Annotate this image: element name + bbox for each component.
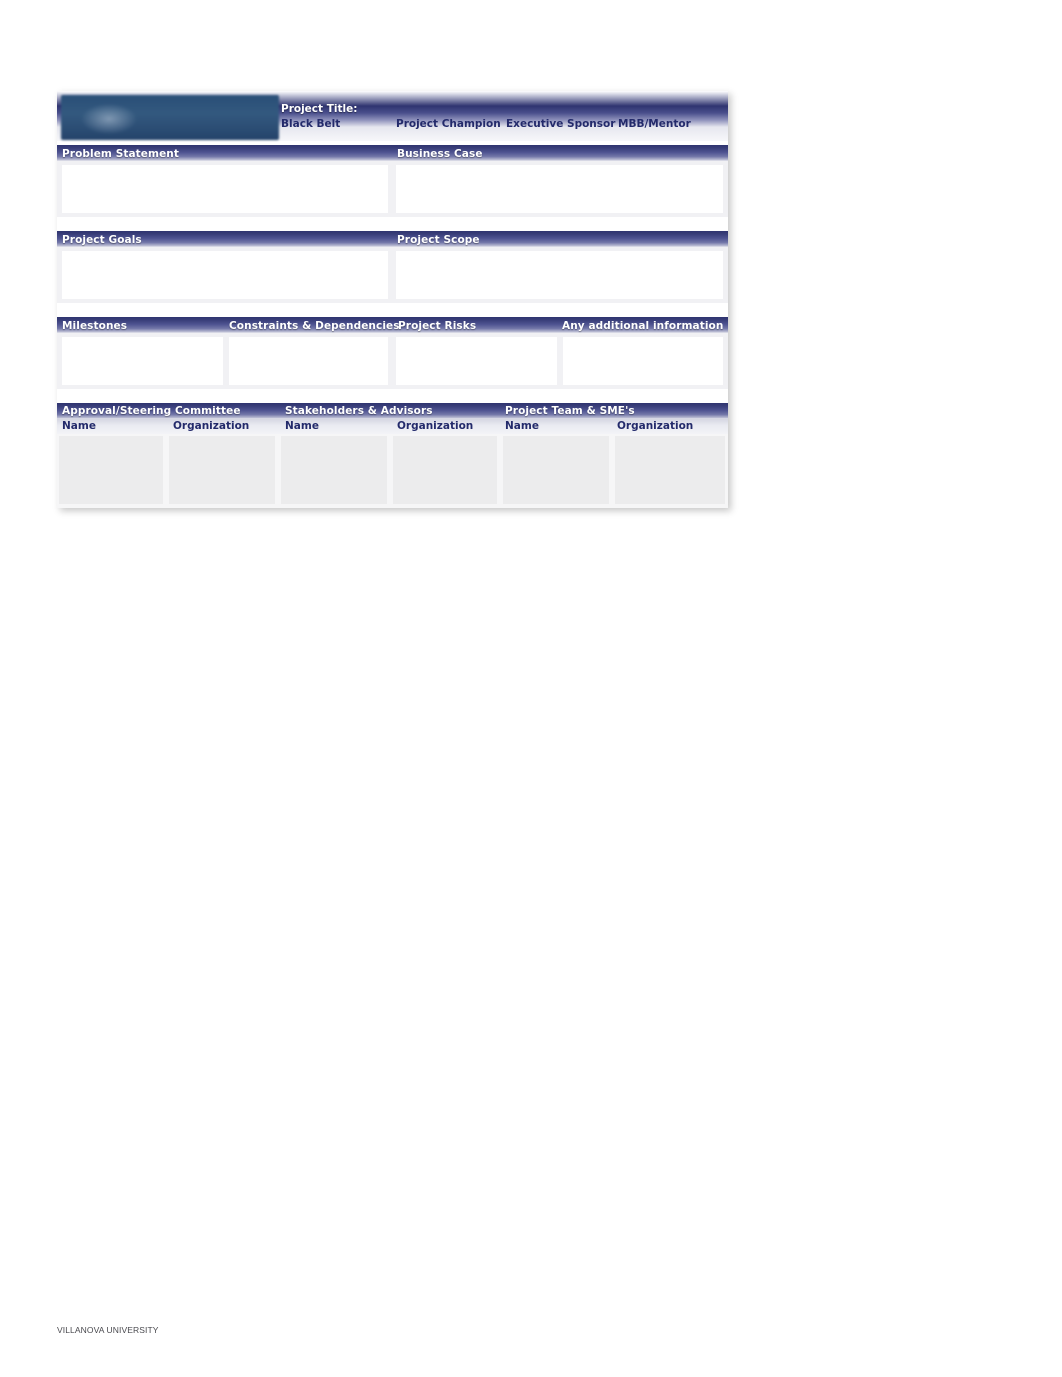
page-footer: VILLANOVA UNIVERSITY [57, 1325, 159, 1335]
project-charter-sheet: Project Title: Black Belt Project Champi… [57, 91, 728, 508]
project-scope-input[interactable] [396, 251, 723, 299]
team-organization-column-header: Organization [617, 420, 694, 432]
milestones-input[interactable] [62, 337, 223, 385]
stakeholders-advisors-title: Stakeholders & Advisors [285, 405, 433, 417]
project-risks-input[interactable] [396, 337, 557, 385]
additional-information-input[interactable] [563, 337, 723, 385]
black-belt-label: Black Belt [281, 118, 341, 130]
constraints-dependencies-input[interactable] [229, 337, 388, 385]
executive-sponsor-label: Executive Sponsor [506, 118, 616, 130]
row-goals-scope-header: Project Goals Project Scope [57, 231, 728, 247]
project-goals-label: Project Goals [62, 234, 142, 246]
row-goals-scope-body [57, 247, 728, 303]
problem-statement-input[interactable] [62, 165, 388, 213]
project-title-input[interactable] [387, 102, 727, 115]
row-problem-business-header: Problem Statement Business Case [57, 145, 728, 161]
project-champion-label: Project Champion [396, 118, 501, 130]
charter-header-band: Project Title: Black Belt Project Champi… [57, 91, 728, 141]
table-row[interactable] [503, 436, 609, 504]
team-name-column-header: Name [505, 420, 539, 432]
stakeholders-name-column-header: Name [285, 420, 319, 432]
row-milestones-body [57, 333, 728, 389]
university-logo [61, 95, 279, 140]
row-milestones-header: Milestones Constraints & Dependencies Pr… [57, 317, 728, 333]
table-row[interactable] [169, 436, 275, 504]
row-problem-business-body [57, 161, 728, 217]
stakeholders-organization-column-header: Organization [397, 420, 474, 432]
business-case-input[interactable] [396, 165, 723, 213]
project-scope-label: Project Scope [397, 234, 480, 246]
approval-organization-column-header: Organization [173, 420, 250, 432]
additional-information-label: Any additional information [562, 320, 724, 332]
approval-steering-committee-title: Approval/Steering Committee [62, 405, 241, 417]
people-column-headers: Name Organization Name Organization Name… [57, 419, 728, 434]
approval-name-column-header: Name [62, 420, 96, 432]
milestones-label: Milestones [62, 320, 128, 332]
project-title-label: Project Title: [281, 103, 358, 115]
row-people-header: Approval/Steering Committee Stakeholders… [57, 403, 728, 419]
table-row[interactable] [615, 436, 725, 504]
constraints-dependencies-label: Constraints & Dependencies [229, 320, 400, 332]
people-cells-body [57, 434, 728, 508]
business-case-label: Business Case [397, 148, 483, 160]
project-goals-input[interactable] [62, 251, 388, 299]
project-risks-label: Project Risks [398, 320, 477, 332]
table-row[interactable] [281, 436, 387, 504]
table-row[interactable] [393, 436, 497, 504]
mbb-mentor-label: MBB/Mentor [618, 118, 691, 130]
table-row[interactable] [59, 436, 163, 504]
problem-statement-label: Problem Statement [62, 148, 179, 160]
project-team-smes-title: Project Team & SME's [505, 405, 635, 417]
